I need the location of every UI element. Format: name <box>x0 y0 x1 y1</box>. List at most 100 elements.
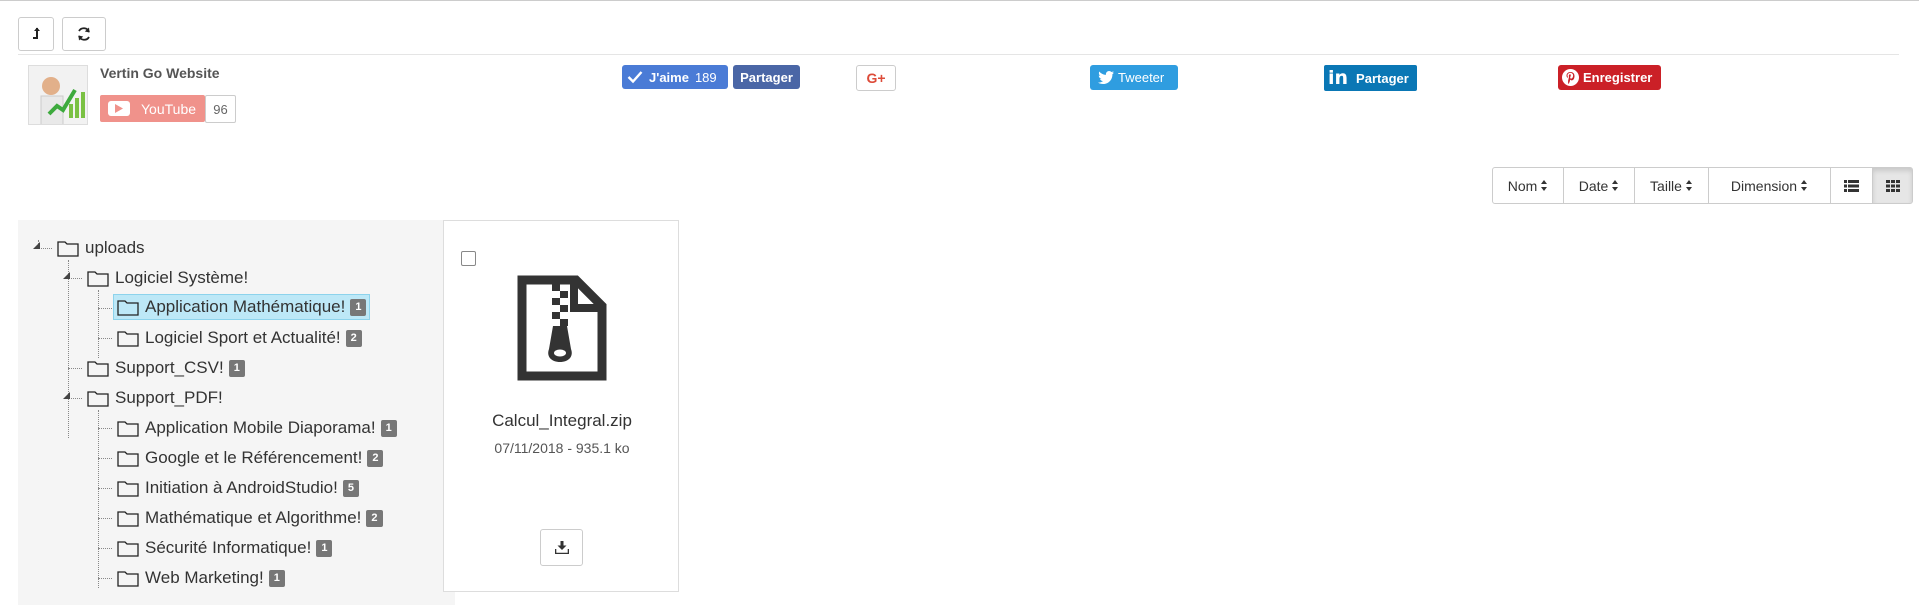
toolbar-separator <box>18 54 1899 55</box>
folder-icon <box>117 480 139 497</box>
top-border <box>0 0 1919 1</box>
expanded-toggle-icon[interactable] <box>33 242 40 249</box>
tree-connector <box>98 290 99 358</box>
pinterest-save-button[interactable]: Enregistrer <box>1558 65 1661 90</box>
facebook-like-label: J'aime <box>649 69 689 85</box>
tree-connector <box>98 338 112 339</box>
youtube-subscriber-count: 96 <box>205 95 236 123</box>
level-up-icon <box>33 27 40 39</box>
file-count-badge: 2 <box>366 509 383 527</box>
grid-view-button[interactable] <box>1872 167 1913 204</box>
tree-node-label: uploads <box>85 238 145 257</box>
channel-avatar[interactable] <box>28 65 88 125</box>
tree-node-label: Logiciel Système! <box>115 268 249 287</box>
folder-tree: uploads Logiciel Système! Application Ma… <box>18 220 455 605</box>
file-name[interactable]: Calcul_Integral.zip <box>444 411 680 431</box>
file-count-badge: 2 <box>367 449 384 467</box>
folder-icon <box>117 510 139 527</box>
tree-node-label: Google et le Référencement! <box>145 448 363 467</box>
folder-icon <box>87 270 109 287</box>
list-view-button[interactable] <box>1830 167 1873 204</box>
tree-connector <box>98 308 112 309</box>
twitter-bird-icon <box>1098 71 1114 84</box>
sort-caret-icon <box>1801 180 1808 191</box>
pinterest-save-label: Enregistrer <box>1583 70 1653 85</box>
file-count-badge: 1 <box>316 539 333 557</box>
file-count-badge: 5 <box>342 479 359 497</box>
tree-node-label: Logiciel Sport et Actualité! <box>145 328 341 347</box>
tree-connector <box>98 458 112 459</box>
tree-connector <box>98 578 112 579</box>
sort-by-size-label: Taille <box>1650 177 1682 194</box>
tree-node-google-referencement[interactable]: Google et le Référencement! 2 <box>114 445 386 471</box>
download-button[interactable] <box>540 529 583 566</box>
folder-icon <box>117 450 139 467</box>
folder-icon <box>117 540 139 557</box>
folder-icon <box>117 299 139 316</box>
channel-name[interactable]: Vertin Go Website <box>100 65 220 81</box>
sort-by-name-button[interactable]: Nom <box>1492 167 1564 204</box>
sort-by-dimension-button[interactable]: Dimension <box>1708 167 1831 204</box>
file-select-checkbox[interactable] <box>461 251 476 266</box>
tree-node-mathematique-algorithme[interactable]: Mathématique et Algorithme! 2 <box>114 505 386 531</box>
facebook-share-button[interactable]: Partager <box>733 65 800 89</box>
tree-node-application-mobile[interactable]: Application Mobile Diaporama! 1 <box>114 415 400 441</box>
folder-icon <box>117 570 139 587</box>
check-icon <box>627 71 643 84</box>
youtube-subscribe-button[interactable]: YouTube <box>100 95 205 122</box>
file-count-badge: 2 <box>345 329 362 347</box>
refresh-button[interactable] <box>62 17 106 51</box>
sort-caret-icon <box>1685 180 1693 191</box>
sort-caret-icon <box>1612 180 1619 191</box>
tweet-button[interactable]: Tweeter <box>1090 65 1178 90</box>
tree-connector <box>68 278 82 279</box>
folder-icon <box>117 330 139 347</box>
tree-node-label: Web Marketing! <box>145 568 264 587</box>
sort-by-size-button[interactable]: Taille <box>1634 167 1709 204</box>
grid-icon <box>1885 179 1900 192</box>
folder-icon <box>117 420 139 437</box>
tree-node-support-csv[interactable]: Support_CSV! 1 <box>84 355 248 381</box>
tree-node-label: Application Mobile Diaporama! <box>145 418 376 437</box>
tree-node-label: Initiation à AndroidStudio! <box>145 478 338 497</box>
file-card[interactable]: Calcul_Integral.zip 07/11/2018 - 935.1 k… <box>443 220 679 592</box>
tree-connector <box>98 488 112 489</box>
tree-node-support-pdf[interactable]: Support_PDF! <box>84 385 226 411</box>
tree-node-securite-informatique[interactable]: Sécurité Informatique! 1 <box>114 535 335 561</box>
linkedin-share-label: Partager <box>1356 70 1409 86</box>
tree-connector <box>98 548 112 549</box>
tree-node-label: Application Mathématique! <box>145 297 346 316</box>
file-count-badge: 1 <box>380 419 397 437</box>
expanded-toggle-icon[interactable] <box>63 392 70 399</box>
tree-node-logiciel-systeme[interactable]: Logiciel Système! <box>84 265 251 291</box>
tree-node-android-studio[interactable]: Initiation à AndroidStudio! 5 <box>114 475 362 501</box>
google-plus-button[interactable]: G+ <box>856 65 896 91</box>
linkedin-share-button[interactable]: in Partager <box>1324 65 1417 91</box>
sort-by-date-button[interactable]: Date <box>1563 167 1635 204</box>
linkedin-logo-icon: in <box>1328 67 1349 89</box>
sort-by-name-label: Nom <box>1507 177 1538 194</box>
tweet-label: Tweeter <box>1118 70 1165 85</box>
download-icon <box>554 541 569 554</box>
sort-by-date-label: Date <box>1578 177 1609 194</box>
refresh-icon <box>78 27 90 41</box>
expanded-toggle-icon[interactable] <box>63 272 70 279</box>
facebook-like-count: 189 <box>694 69 717 85</box>
tree-node-label: Sécurité Informatique! <box>145 538 312 557</box>
tree-node-web-marketing[interactable]: Web Marketing! 1 <box>114 565 288 591</box>
pinterest-logo-icon <box>1562 69 1579 86</box>
upload-button[interactable] <box>18 17 54 51</box>
tree-connector <box>68 398 82 399</box>
zip-file-icon <box>517 275 607 381</box>
tree-connector <box>98 410 99 588</box>
sort-caret-icon <box>1541 180 1548 191</box>
tree-node-logiciel-sport[interactable]: Logiciel Sport et Actualité! 2 <box>114 325 365 351</box>
tree-connector <box>98 428 112 429</box>
sort-by-dimension-label: Dimension <box>1730 177 1798 194</box>
tree-node-uploads[interactable]: uploads <box>54 235 148 261</box>
youtube-play-icon <box>108 101 130 116</box>
file-count-badge: 1 <box>350 298 367 316</box>
youtube-label: YouTube <box>141 100 197 117</box>
tree-node-application-mathematique[interactable]: Application Mathématique! 1 <box>113 294 371 320</box>
facebook-like-button[interactable]: J'aime 189 <box>622 65 728 89</box>
